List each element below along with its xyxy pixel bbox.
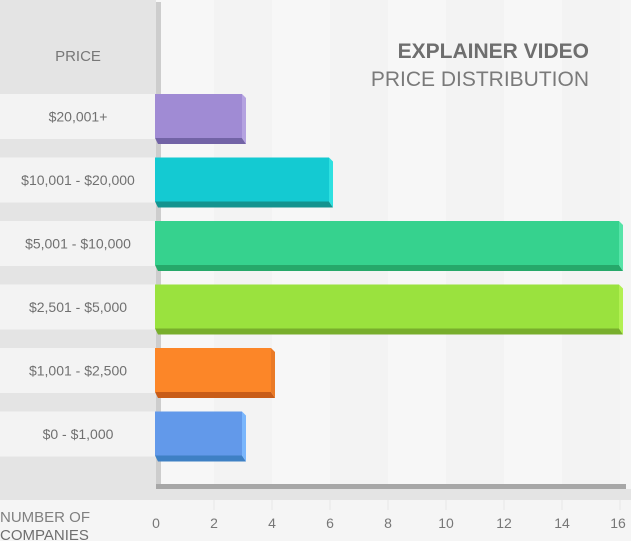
bar-bottom-face (155, 265, 623, 271)
bar-bottom-face (155, 201, 333, 208)
bar-bottom-face (155, 392, 275, 398)
bar (155, 157, 329, 202)
chart-subtitle: PRICE DISTRIBUTION (371, 68, 589, 91)
bar-side-face (619, 284, 623, 335)
bar (155, 94, 242, 138)
axis-floor (156, 484, 626, 489)
bar (155, 411, 242, 456)
tick-label: 8 (384, 515, 392, 531)
bar-bottom-face (155, 328, 623, 335)
category-header: PRICE (55, 48, 101, 65)
bar (155, 221, 619, 265)
tick-label: 12 (496, 515, 512, 531)
bar-side-face (271, 348, 275, 398)
tick-label: 16 (610, 515, 626, 531)
category-label: $10,001 - $20,000 (21, 172, 135, 188)
chart-title: EXPLAINER VIDEO (398, 40, 589, 63)
category-label: $2,501 - $5,000 (29, 299, 127, 315)
tick-label: 10 (438, 515, 454, 531)
tick-label: 2 (210, 515, 218, 531)
bar-bottom-face (155, 138, 246, 144)
axis-floor-strip (156, 489, 631, 500)
tick-label: 0 (152, 515, 160, 531)
bar-side-face (242, 411, 246, 462)
tick-label: 14 (554, 515, 570, 531)
category-label: $20,001+ (49, 109, 108, 125)
bar-bottom-face (155, 455, 246, 462)
bar-side-face (242, 94, 246, 144)
category-label: $5,001 - $10,000 (25, 236, 131, 252)
bar (155, 284, 619, 329)
bar-chart: $20,001+ $10,001 - $20,000 $5,001 - $10,00… (0, 0, 631, 541)
category-label: $0 - $1,000 (43, 426, 114, 442)
bar-side-face (329, 157, 333, 208)
bar (155, 348, 271, 392)
tick-label: 4 (268, 515, 276, 531)
bar-side-face (619, 221, 623, 271)
x-axis-label-line2: COMPANIES (0, 527, 89, 541)
x-axis-label-line1: NUMBER OF (0, 509, 90, 526)
tick-label: 6 (326, 515, 334, 531)
category-label: $1,001 - $2,500 (29, 363, 127, 379)
